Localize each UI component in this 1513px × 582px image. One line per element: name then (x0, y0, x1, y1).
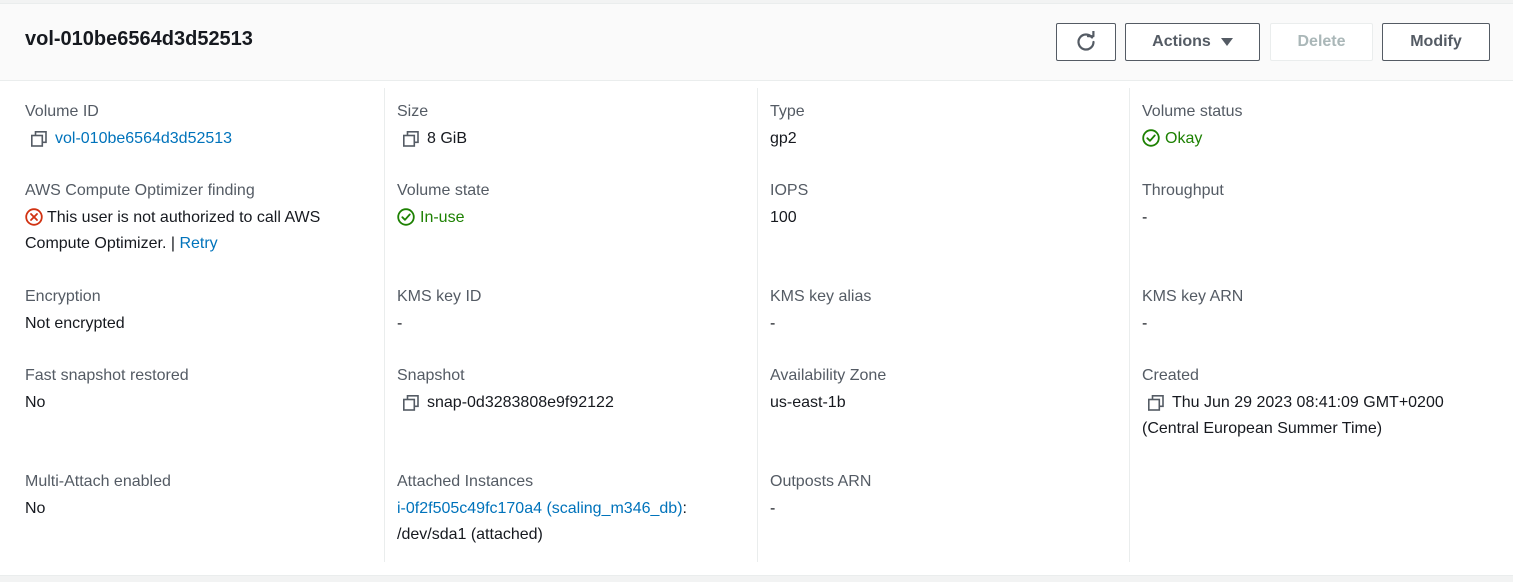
volume-state-value: In-use (420, 209, 465, 226)
throughput-value: - (1142, 209, 1148, 226)
device-value: /dev/sda1 (attached) (397, 526, 543, 543)
field-multi-attach: Multi-Attach enabled No (25, 472, 375, 522)
outposts-arn-value: - (770, 500, 776, 517)
copy-icon[interactable] (403, 130, 419, 147)
field-label: Throughput (1142, 182, 1224, 199)
field-label: KMS key ID (397, 288, 482, 305)
panel-header: vol-010be6564d3d52513 Actions Delete Mod… (0, 4, 1513, 81)
bottom-strip (0, 575, 1513, 582)
column-divider (1129, 88, 1130, 562)
created-timezone: (Central European Summer Time) (1142, 420, 1383, 437)
field-kms-key-id: KMS key ID - (397, 287, 747, 337)
field-created: Created Thu Jun 29 2023 08:41:09 GMT+020… (1142, 366, 1492, 442)
size-value: 8 GiB (427, 130, 468, 147)
iops-value: 100 (770, 209, 797, 226)
field-type: Type gp2 (770, 102, 1120, 152)
field-label: Multi-Attach enabled (25, 473, 171, 490)
modify-button[interactable]: Modify (1382, 23, 1490, 61)
field-volume-id: Volume ID vol-010be6564d3d52513 (25, 102, 375, 152)
encryption-value: Not encrypted (25, 315, 125, 332)
field-compute-optimizer: AWS Compute Optimizer finding This user … (25, 181, 375, 257)
field-label: Snapshot (397, 367, 465, 384)
field-attached-instances: Attached Instances i-0f2f505c49fc170a4 (… (397, 472, 747, 548)
field-snapshot: Snapshot snap-0d3283808e9f92122 (397, 366, 747, 416)
instance-link[interactable]: i-0f2f505c49fc170a4 (scaling_m346_db) (397, 500, 683, 517)
caret-down-icon (1220, 38, 1233, 46)
field-label: Outposts ARN (770, 473, 872, 490)
field-label: Availability Zone (770, 367, 887, 384)
actions-dropdown-button[interactable]: Actions (1125, 23, 1260, 61)
field-label: Attached Instances (397, 473, 534, 490)
field-outposts-arn: Outposts ARN - (770, 472, 1120, 522)
page-title: vol-010be6564d3d52513 (25, 28, 253, 50)
field-label: KMS key ARN (1142, 288, 1244, 305)
kms-key-arn-value: - (1142, 315, 1148, 332)
field-label: Type (770, 103, 805, 120)
field-volume-state: Volume state In-use (397, 181, 747, 231)
field-availability-zone: Availability Zone us-east-1b (770, 366, 1120, 416)
field-volume-status: Volume status Okay (1142, 102, 1492, 152)
refresh-button[interactable] (1056, 23, 1116, 61)
kms-key-id-value: - (397, 315, 403, 332)
refresh-icon (1075, 30, 1097, 53)
type-value: gp2 (770, 130, 797, 147)
field-fast-snapshot-restored: Fast snapshot restored No (25, 366, 375, 416)
field-label: Encryption (25, 288, 101, 305)
check-circle-icon (397, 208, 415, 226)
field-label: Volume state (397, 182, 490, 199)
retry-link[interactable]: Retry (179, 235, 217, 252)
field-label: Volume ID (25, 103, 99, 120)
availability-zone-value: us-east-1b (770, 394, 846, 411)
field-encryption: Encryption Not encrypted (25, 287, 375, 337)
field-label: KMS key alias (770, 288, 872, 305)
field-label: Fast snapshot restored (25, 367, 189, 384)
volume-id-link[interactable]: vol-010be6564d3d52513 (55, 130, 232, 147)
volume-details-panel: vol-010be6564d3d52513 Actions Delete Mod… (0, 0, 1513, 582)
kms-key-alias-value: - (770, 315, 776, 332)
optimizer-error-text: This user is not authorized to call AWS (47, 209, 321, 226)
field-label: Size (397, 103, 429, 120)
field-label: Volume status (1142, 103, 1243, 120)
field-kms-key-arn: KMS key ARN - (1142, 287, 1492, 337)
column-divider (757, 88, 758, 562)
field-label: AWS Compute Optimizer finding (25, 182, 255, 199)
created-value: Thu Jun 29 2023 08:41:09 GMT+0200 (1172, 394, 1444, 411)
field-label: IOPS (770, 182, 809, 199)
x-circle-icon (25, 208, 43, 226)
field-label: Created (1142, 367, 1199, 384)
delete-button[interactable]: Delete (1270, 23, 1373, 61)
field-size: Size 8 GiB (397, 102, 747, 152)
copy-icon[interactable] (403, 394, 419, 411)
field-throughput: Throughput - (1142, 181, 1492, 231)
field-iops: IOPS 100 (770, 181, 1120, 231)
copy-icon[interactable] (1148, 394, 1164, 411)
check-circle-icon (1142, 129, 1160, 147)
copy-icon[interactable] (31, 130, 47, 147)
volume-status-value: Okay (1165, 130, 1203, 147)
field-kms-key-alias: KMS key alias - (770, 287, 1120, 337)
actions-button-label: Actions (1152, 33, 1211, 50)
separator: : (682, 500, 687, 517)
optimizer-error-text: Compute Optimizer. | (25, 235, 175, 252)
multi-attach-value: No (25, 500, 46, 517)
fast-snapshot-value: No (25, 394, 46, 411)
column-divider (384, 88, 385, 562)
snapshot-value: snap-0d3283808e9f92122 (427, 394, 614, 411)
